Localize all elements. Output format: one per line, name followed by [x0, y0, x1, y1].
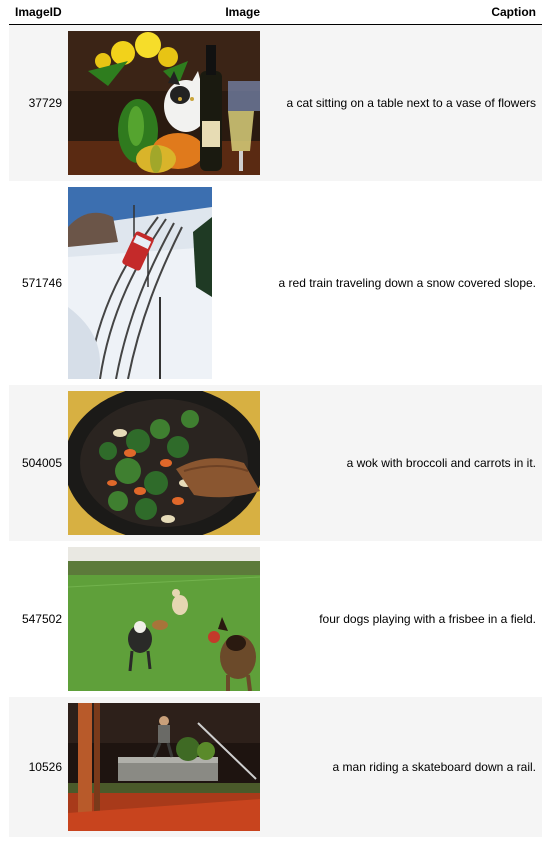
caption-cell: a wok with broccoli and carrots in it. [346, 455, 536, 470]
column-header-caption: Caption [266, 0, 542, 25]
image-cell [68, 25, 266, 181]
table-row: 37729 a cat sitting on a table next to a… [9, 24, 542, 181]
cat-flowers-photo [68, 30, 260, 175]
image-id-cell: 504005 [21, 455, 62, 470]
table-row: 10526 a man riding a skateboard down a r… [9, 696, 542, 837]
caption-cell: a cat sitting on a table next to a vase … [286, 95, 536, 110]
table-row: 547502 four dogs playing with a frisbee … [9, 540, 542, 697]
image-id-cell: 571746 [21, 275, 62, 290]
caption-cell: a red train traveling down a snow covere… [278, 275, 536, 290]
image-cell [68, 181, 266, 385]
captions-table: ImageID Image Caption 37729 a cat sittin… [9, 0, 542, 837]
image-id-cell: 37729 [28, 95, 62, 110]
column-header-imageid: ImageID [9, 0, 68, 25]
caption-cell: four dogs playing with a frisbee in a fi… [319, 611, 536, 626]
table-row: 571746 a red train traveling down a snow… [9, 180, 542, 385]
image-cell [68, 385, 266, 541]
skateboard-rail-photo [68, 702, 260, 831]
image-id-cell: 10526 [28, 759, 62, 774]
dogs-field-photo [68, 546, 260, 691]
caption-cell: a man riding a skateboard down a rail. [332, 759, 536, 774]
image-cell [68, 541, 266, 697]
image-cell [68, 697, 266, 837]
wok-broccoli-photo [68, 390, 260, 535]
snow-train-photo [68, 186, 212, 379]
column-header-image: Image [68, 0, 266, 25]
table-header-row: ImageID Image Caption [9, 0, 542, 25]
table-row: 504005 a wok with broccoli and carrots i… [9, 384, 542, 541]
image-id-cell: 547502 [21, 611, 62, 626]
